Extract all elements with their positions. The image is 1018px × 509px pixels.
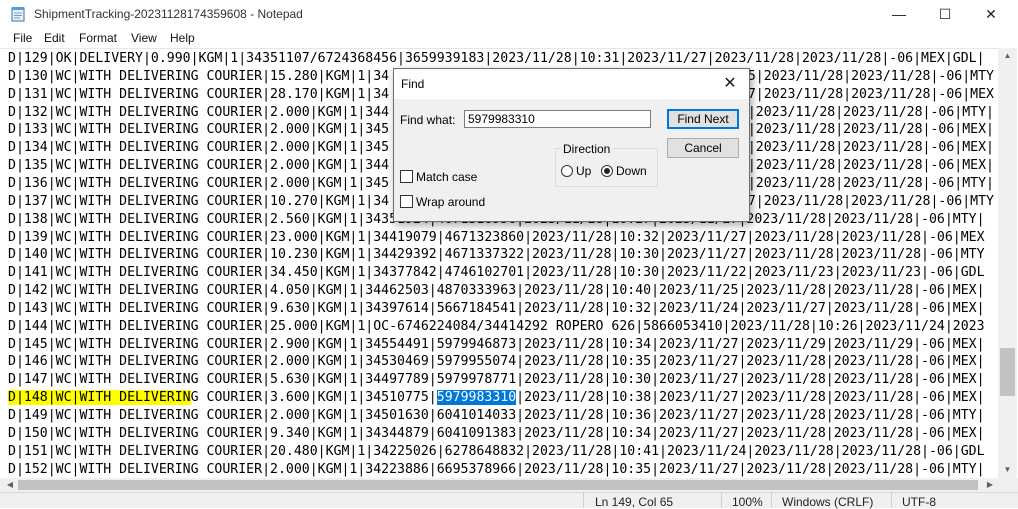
notepad-icon xyxy=(11,7,25,22)
text-line-fragment: |2023/11/28|2023/11/28|-06|MEX| xyxy=(747,158,994,174)
find-what-label: Find what: xyxy=(400,113,456,127)
find-dialog-titlebar[interactable]: Find ✕ xyxy=(394,69,749,99)
text-line-fragment: 7|2023/11/28|2023/11/28|-06|MTY xyxy=(747,193,994,209)
selected-match: 5979983310 xyxy=(436,390,517,406)
text-line[interactable]: D|130|WC|WITH DELIVERING COURIER|15.280|… xyxy=(8,68,389,86)
direction-label: Direction xyxy=(561,142,613,156)
text-line[interactable]: D|147|WC|WITH DELIVERING COURIER|5.630|K… xyxy=(8,371,985,389)
line-highlight: D|148|WC|WITH DELIVERIN xyxy=(8,390,191,406)
text-line[interactable]: D|150|WC|WITH DELIVERING COURIER|9.340|K… xyxy=(8,425,985,443)
text-line-fragment: |2023/11/28|2023/11/28|-06|MEX| xyxy=(747,140,994,156)
text-line[interactable]: D|142|WC|WITH DELIVERING COURIER|4.050|K… xyxy=(8,282,985,300)
direction-down-radio[interactable] xyxy=(601,165,613,177)
match-case-checkbox[interactable] xyxy=(400,170,413,183)
vertical-scrollbar[interactable]: ▲ ▼ xyxy=(998,48,1017,478)
text-line[interactable]: D|139|WC|WITH DELIVERING COURIER|23.000|… xyxy=(8,229,985,247)
title-bar: ShipmentTracking-20231128174359608 - Not… xyxy=(0,0,1018,29)
text-line[interactable]: D|144|WC|WITH DELIVERING COURIER|25.000|… xyxy=(8,318,985,336)
close-icon: ✕ xyxy=(723,75,737,92)
text-line[interactable]: D|148|WC|WITH DELIVERING COURIER|3.600|K… xyxy=(8,389,985,407)
text-line[interactable]: D|149|WC|WITH DELIVERING COURIER|2.000|K… xyxy=(8,407,985,425)
text-line[interactable]: D|145|WC|WITH DELIVERING COURIER|2.900|K… xyxy=(8,336,985,354)
minimize-icon: — xyxy=(892,6,906,22)
menu-edit[interactable]: Edit xyxy=(44,31,65,45)
status-bar: Ln 149, Col 65 100% Windows (CRLF) UTF-8 xyxy=(0,492,1018,509)
text-line-fragment: |2023/11/28|2023/11/28|-06|MTY| xyxy=(747,104,994,120)
text-line[interactable]: D|135|WC|WITH DELIVERING COURIER|2.000|K… xyxy=(8,157,389,175)
scroll-left-icon[interactable]: ◀ xyxy=(2,478,18,492)
menu-format[interactable]: Format xyxy=(79,31,117,45)
text-line[interactable]: D|129|OK|DELIVERY|0.990|KGM|1|34351107/6… xyxy=(8,50,985,68)
direction-up-label: Up xyxy=(576,164,592,178)
minimize-button[interactable]: — xyxy=(876,0,922,29)
text-line[interactable]: D|132|WC|WITH DELIVERING COURIER|2.000|K… xyxy=(8,104,389,122)
status-divider xyxy=(721,493,722,508)
direction-down-label: Down xyxy=(616,164,647,178)
text-line[interactable]: D|134|WC|WITH DELIVERING COURIER|2.000|K… xyxy=(8,139,389,157)
maximize-icon: ☐ xyxy=(938,6,952,22)
text-line[interactable]: D|140|WC|WITH DELIVERING COURIER|10.230|… xyxy=(8,246,985,264)
menu-bar: File Edit Format View Help xyxy=(0,29,1018,48)
text-line-fragment: 5|2023/11/28|2023/11/28|-06|MTY xyxy=(747,68,994,84)
menu-view[interactable]: View xyxy=(131,31,157,45)
maximize-button[interactable]: ☐ xyxy=(922,0,968,29)
scroll-right-icon[interactable]: ▶ xyxy=(982,478,998,492)
find-dialog-close-button[interactable]: ✕ xyxy=(716,72,744,96)
find-dialog: Find ✕ Find what: 5979983310 Find Next C… xyxy=(393,68,750,222)
text-line[interactable]: D|133|WC|WITH DELIVERING COURIER|2.000|K… xyxy=(8,121,389,139)
find-next-button[interactable]: Find Next xyxy=(667,109,739,129)
window-title: ShipmentTracking-20231128174359608 - Not… xyxy=(34,7,303,21)
status-divider xyxy=(771,493,772,508)
find-what-input[interactable]: 5979983310 xyxy=(464,110,651,128)
cancel-button[interactable]: Cancel xyxy=(667,138,739,158)
menu-file[interactable]: File xyxy=(13,31,32,45)
text-line-fragment: |2023/11/28|2023/11/28|-06|MTY| xyxy=(747,175,994,191)
text-line[interactable]: D|146|WC|WITH DELIVERING COURIER|2.000|K… xyxy=(8,353,985,371)
horizontal-scroll-thumb[interactable] xyxy=(18,480,978,490)
scroll-down-icon[interactable]: ▼ xyxy=(998,462,1017,478)
match-case-label: Match case xyxy=(416,170,478,184)
text-line-fragment: 7|2023/11/28|2023/11/28|-06|MEX xyxy=(747,86,994,102)
text-line[interactable]: D|137|WC|WITH DELIVERING COURIER|10.270|… xyxy=(8,193,389,211)
text-line[interactable]: D|131|WC|WITH DELIVERING COURIER|28.170|… xyxy=(8,86,389,104)
horizontal-scrollbar[interactable]: ◀ ▶ xyxy=(0,478,1018,492)
wrap-around-checkbox[interactable] xyxy=(400,195,413,208)
status-divider xyxy=(583,493,584,508)
line-text: |2023/11/28|10:38|2023/11/27|2023/11/28|… xyxy=(516,390,985,406)
status-divider xyxy=(891,493,892,508)
text-line[interactable]: D|152|WC|WITH DELIVERING COURIER|2.000|K… xyxy=(8,461,985,479)
text-line[interactable]: D|141|WC|WITH DELIVERING COURIER|34.450|… xyxy=(8,264,985,282)
close-window-button[interactable]: ✕ xyxy=(968,0,1014,29)
direction-up-radio[interactable] xyxy=(561,165,573,177)
vertical-scroll-thumb[interactable] xyxy=(1000,348,1015,396)
find-dialog-title: Find xyxy=(401,77,425,91)
close-icon: ✕ xyxy=(985,6,997,22)
radio-selected-dot xyxy=(604,168,610,174)
scroll-up-icon[interactable]: ▲ xyxy=(998,48,1017,64)
line-text: G COURIER|3.600|KGM|1|34510775| xyxy=(190,390,437,406)
text-line[interactable]: D|136|WC|WITH DELIVERING COURIER|2.000|K… xyxy=(8,175,389,193)
menu-help[interactable]: Help xyxy=(170,31,195,45)
wrap-around-label: Wrap around xyxy=(416,195,486,209)
text-line-fragment: |2023/11/28|2023/11/28|-06|MEX| xyxy=(747,122,994,138)
text-line[interactable]: D|143|WC|WITH DELIVERING COURIER|9.630|K… xyxy=(8,300,985,318)
text-line[interactable]: D|151|WC|WITH DELIVERING COURIER|20.480|… xyxy=(8,443,985,461)
